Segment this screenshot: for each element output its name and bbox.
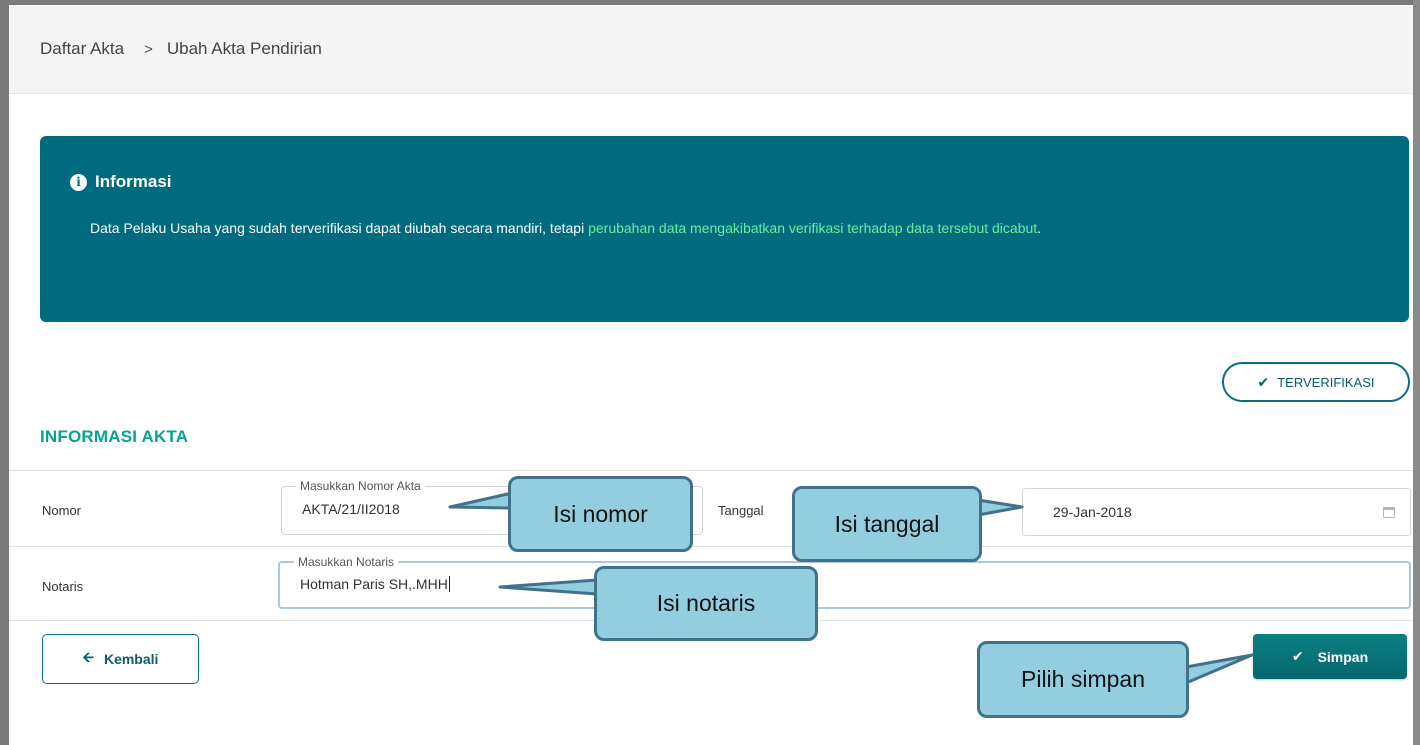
save-button-label: Simpan xyxy=(1317,648,1369,665)
nomor-input-legend: Masukkan Nomor Akta xyxy=(296,478,425,494)
page-header: Daftar Akta > Ubah Akta Pendirian xyxy=(9,5,1413,94)
info-text-normal: Data Pelaku Usaha yang sudah terverifika… xyxy=(90,220,589,236)
info-title-text: Informasi xyxy=(95,172,172,191)
info-icon: i xyxy=(70,173,87,191)
notaris-input-legend: Masukkan Notaris xyxy=(294,554,399,570)
section-title: INFORMASI AKTA xyxy=(40,427,189,446)
window-frame-right xyxy=(1413,0,1420,745)
info-banner-title: i Informasi xyxy=(70,172,172,192)
breadcrumb-current: Ubah Akta Pendirian xyxy=(166,39,322,58)
info-text-end: . xyxy=(1037,220,1042,236)
check-icon: ✔ xyxy=(1291,648,1304,664)
save-button[interactable]: ✔ Simpan xyxy=(1253,634,1407,679)
notaris-input[interactable]: Masukkan Notaris Hotman Paris SH,.MHH xyxy=(278,554,1411,609)
callout-pointer-tanggal xyxy=(976,498,1024,517)
tanggal-input[interactable]: 29-Jan-2018 xyxy=(1022,488,1411,536)
info-banner-text: Data Pelaku Usaha yang sudah terverifika… xyxy=(90,216,1350,240)
info-banner: i Informasi Data Pelaku Usaha yang sudah… xyxy=(40,136,1409,322)
form-divider xyxy=(9,470,1413,471)
nomor-label: Nomor xyxy=(42,503,82,518)
callout-pointer-simpan xyxy=(1184,653,1254,685)
breadcrumb-root-link[interactable]: Daftar Akta xyxy=(40,39,124,59)
arrow-left-icon: 🡨 xyxy=(82,649,94,665)
verified-status-badge: ✔ TERVERIFIKASI xyxy=(1222,362,1410,402)
tanggal-label: Tanggal xyxy=(718,503,764,518)
check-icon: ✔ xyxy=(1257,373,1270,390)
info-text-highlight: perubahan data mengakibatkan verifikasi … xyxy=(588,220,1038,236)
tanggal-input-value: 29-Jan-2018 xyxy=(1053,504,1132,520)
notaris-label: Notaris xyxy=(42,579,84,594)
back-button[interactable]: 🡨 Kembali xyxy=(42,634,199,684)
form-divider xyxy=(9,546,1413,547)
callout-pilih-simpan: Pilih simpan xyxy=(977,641,1189,718)
breadcrumb: Daftar Akta > Ubah Akta Pendirian xyxy=(40,39,322,59)
notaris-input-value: Hotman Paris SH,.MHH xyxy=(300,576,450,592)
back-button-label: Kembali xyxy=(103,651,159,667)
calendar-icon[interactable] xyxy=(1368,489,1410,535)
callout-isi-notaris: Isi notaris xyxy=(594,566,818,641)
breadcrumb-separator-icon: > xyxy=(144,40,153,58)
callout-isi-nomor: Isi nomor xyxy=(508,476,693,552)
callout-isi-tanggal: Isi tanggal xyxy=(792,486,982,562)
verified-status-label: TERVERIFIKASI xyxy=(1277,374,1375,390)
window-frame-left xyxy=(0,0,9,745)
nomor-input-value: AKTA/21/II2018 xyxy=(302,501,400,517)
